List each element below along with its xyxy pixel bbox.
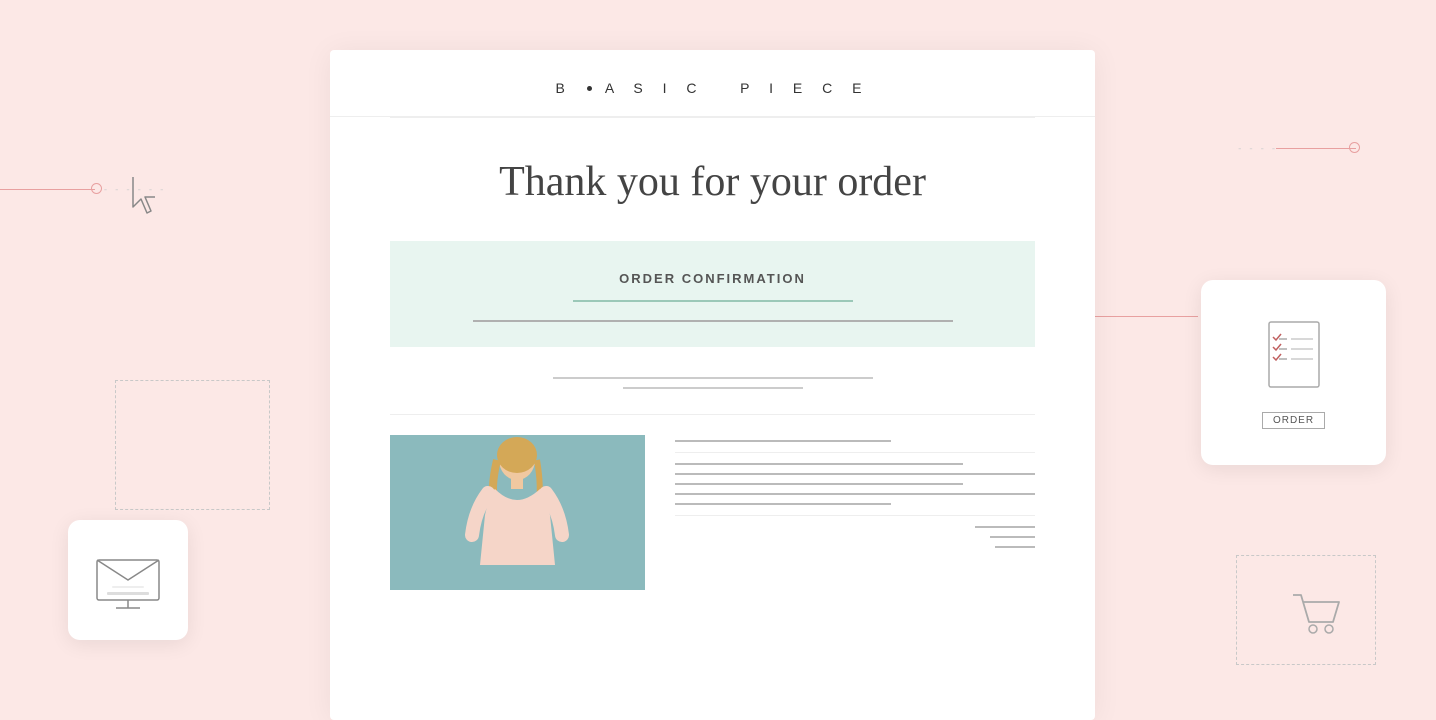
- brand-logo: B A S I C P I E C E: [390, 80, 1035, 96]
- product-details: [675, 435, 1035, 590]
- confirmation-underline-2: [473, 320, 953, 322]
- product-detail-line-1: [675, 440, 891, 442]
- deco-dashed-rect-right: [1236, 555, 1376, 665]
- order-button-label[interactable]: ORDER: [1262, 412, 1325, 429]
- price-line-1: [975, 526, 1035, 528]
- price-line-3: [995, 546, 1035, 548]
- email-icon: [92, 550, 164, 610]
- product-detail-line-6: [675, 503, 891, 505]
- product-woman-svg: [390, 435, 645, 590]
- deco-circle-left: [91, 183, 102, 194]
- confirmation-underline-1: [573, 300, 853, 302]
- thank-you-title: Thank you for your order: [390, 158, 1035, 206]
- product-detail-line-2: [675, 463, 963, 465]
- product-detail-line-4: [675, 483, 963, 485]
- order-card: ORDER: [1201, 280, 1386, 465]
- text-line-1: [553, 377, 873, 379]
- deco-line-left: [0, 189, 95, 190]
- email-card: [68, 520, 188, 640]
- cart-icon: [1291, 590, 1346, 640]
- text-placeholder-area: [390, 377, 1035, 389]
- order-list-icon: [1259, 317, 1329, 402]
- text-line-2: [623, 387, 803, 389]
- confirmation-label: ORDER CONFIRMATION: [430, 271, 995, 286]
- product-detail-line-3: [675, 473, 1035, 475]
- confirmation-box: ORDER CONFIRMATION: [390, 241, 1035, 347]
- product-section: [390, 435, 1035, 590]
- deco-line-right: [1276, 148, 1356, 149]
- email-header: B A S I C P I E C E: [330, 50, 1095, 117]
- detail-divider-2: [675, 515, 1035, 516]
- price-line-2: [990, 536, 1035, 538]
- deco-dots-right: - - - -: [1238, 143, 1278, 153]
- detail-divider-1: [675, 452, 1035, 453]
- product-image: [390, 435, 645, 590]
- price-area: [675, 526, 1035, 548]
- content-divider: [390, 414, 1035, 415]
- deco-circle-right: [1349, 142, 1360, 153]
- cursor-icon: [115, 165, 175, 225]
- email-body: Thank you for your order ORDER CONFIRMAT…: [330, 118, 1095, 620]
- email-template-card: B A S I C P I E C E Thank you for your o…: [330, 50, 1095, 720]
- product-detail-line-5: [675, 493, 1035, 495]
- deco-dots-left: - - - - - -: [104, 184, 166, 194]
- deco-dashed-rect-left: [115, 380, 270, 510]
